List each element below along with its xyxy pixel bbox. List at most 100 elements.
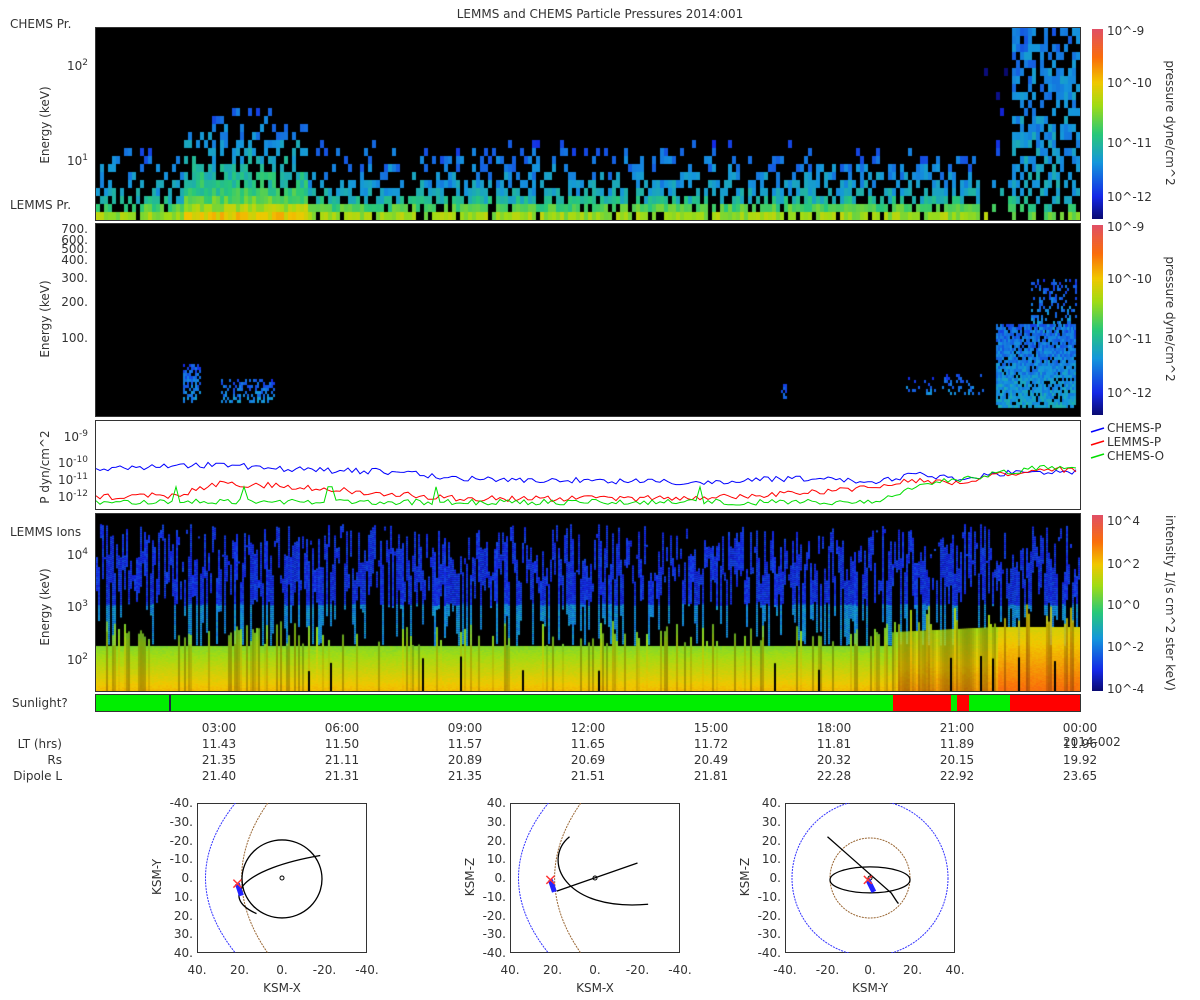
orbit-x-tick: 40. bbox=[187, 963, 207, 977]
orbit-y-tick: 0. bbox=[181, 871, 193, 885]
panel-frame bbox=[95, 513, 1081, 692]
colorbar-tick: 10^0 bbox=[1107, 598, 1140, 612]
orbit-y-tick: -30. bbox=[482, 927, 506, 942]
orbit-y-tick: 10. bbox=[173, 889, 193, 904]
colorbar bbox=[1092, 225, 1103, 415]
sunlight-marker bbox=[169, 695, 171, 711]
x-tick: 18:00 bbox=[816, 721, 852, 735]
colorbar-tick: 10^4 bbox=[1107, 514, 1140, 528]
y-tick: 10-11 bbox=[58, 472, 88, 487]
x-row-value: 20.49 bbox=[693, 753, 729, 767]
panel-label-lemms-ions: LEMMS Ions bbox=[10, 525, 82, 539]
orbit-x-label: KSM-X bbox=[576, 981, 614, 995]
x-row-value: 11.72 bbox=[693, 737, 729, 751]
x-row-value: 21.81 bbox=[693, 769, 729, 783]
x-row-value: 21.35 bbox=[201, 753, 237, 767]
sunlight-segment-sunlit bbox=[96, 695, 894, 711]
x-tick: 03:00 bbox=[201, 721, 237, 735]
orbit-x-tick: 40. bbox=[945, 963, 965, 977]
orbit-y-tick: 20. bbox=[761, 833, 781, 848]
orbit-y-tick: 40. bbox=[173, 946, 193, 960]
orbit-y-tick: 20. bbox=[173, 908, 193, 923]
sunlight-segment-sunlit bbox=[969, 695, 1011, 711]
orbit-y-tick: 30. bbox=[761, 814, 781, 829]
x-tick: 06:00 bbox=[324, 721, 360, 735]
y-tick: 103 bbox=[66, 599, 88, 614]
y-tick: 102 bbox=[66, 652, 88, 667]
orbit-x-label: KSM-Y bbox=[851, 981, 889, 995]
colorbar-tick: 10^-10 bbox=[1107, 272, 1152, 286]
orbit-plot-ksm-y-ksm-z bbox=[785, 803, 955, 953]
x-tick: 00:00 bbox=[1062, 721, 1098, 735]
x-row-value: 11.50 bbox=[324, 737, 360, 751]
y-axis-label: Energy (keV) bbox=[38, 568, 52, 646]
x-row-value: 11.43 bbox=[201, 737, 237, 751]
panel-frame bbox=[95, 27, 1081, 221]
orbit-x-tick: -20. bbox=[625, 963, 650, 977]
y-axis-label: Energy (keV) bbox=[38, 86, 52, 164]
x-row-label: Dipole L bbox=[13, 769, 62, 783]
y-tick: 102 bbox=[66, 58, 88, 73]
sunlight-segment-eclipse bbox=[893, 695, 951, 711]
orbit-y-label: KSM-Z bbox=[463, 857, 477, 897]
x-tick: 15:00 bbox=[693, 721, 729, 735]
y-tick: 101 bbox=[66, 153, 88, 168]
x-row-value: 20.69 bbox=[570, 753, 606, 767]
x-row-value: 20.89 bbox=[447, 753, 483, 767]
orbit-y-tick: -40. bbox=[482, 946, 506, 960]
y-tick: 10-12 bbox=[58, 489, 88, 504]
y-axis-label: Energy (keV) bbox=[38, 280, 52, 358]
orbit-plot-ksm-x-ksm-y bbox=[197, 803, 367, 953]
orbit-y-tick: 10. bbox=[486, 852, 506, 867]
orbit-x-tick: 0. bbox=[864, 963, 876, 977]
colorbar-label: pressure dyne/cm^2 bbox=[1163, 256, 1177, 382]
colorbar bbox=[1092, 29, 1103, 219]
orbit-y-tick: -10. bbox=[757, 889, 781, 904]
x-tick: 12:00 bbox=[570, 721, 606, 735]
orbit-y-tick: -30. bbox=[169, 814, 193, 829]
x-row-value: 21.11 bbox=[324, 753, 360, 767]
orbit-y-tick: 30. bbox=[486, 814, 506, 829]
orbit-x-tick: 20. bbox=[902, 963, 923, 977]
orbit-y-tick: 30. bbox=[173, 927, 193, 942]
x-row-value: 11.57 bbox=[447, 737, 483, 751]
x-row-value: 19.92 bbox=[1062, 753, 1098, 767]
x-tick: 09:00 bbox=[447, 721, 483, 735]
orbit-y-label: KSM-Z bbox=[738, 857, 752, 897]
x-tick: 21:00 bbox=[939, 721, 975, 735]
orbit-y-tick: 20. bbox=[486, 833, 506, 848]
x-row-label: LT (hrs) bbox=[17, 737, 62, 751]
orbit-x-tick: 20. bbox=[229, 963, 250, 977]
colorbar-label: pressure dyne/cm^2 bbox=[1163, 60, 1177, 186]
y-tick: 200. bbox=[61, 295, 88, 309]
x-row-label: Rs bbox=[47, 753, 62, 767]
x-row-value: 21.40 bbox=[201, 769, 237, 783]
colorbar-tick: 10^-4 bbox=[1107, 682, 1145, 696]
colorbar-tick: 10^-2 bbox=[1107, 640, 1145, 654]
panel-label-lemms: LEMMS Pr. bbox=[10, 198, 72, 212]
y-tick: 104 bbox=[66, 547, 88, 562]
x-row-value: 20.15 bbox=[939, 753, 975, 767]
orbit-x-tick: -20. bbox=[815, 963, 840, 977]
orbit-y-tick: -40. bbox=[757, 946, 781, 960]
orbit-y-tick: 40. bbox=[486, 796, 506, 810]
x-row-value: 21.31 bbox=[324, 769, 360, 783]
legend-chems-o: CHEMS-O bbox=[1107, 449, 1165, 463]
colorbar-tick: 10^-9 bbox=[1107, 220, 1145, 234]
orbit-plot-ksm-x-ksm-z bbox=[510, 803, 680, 953]
orbit-x-tick: -40. bbox=[773, 963, 797, 977]
x-row-value: 20.32 bbox=[816, 753, 852, 767]
y-axis-label: P dyn/cm^2 bbox=[38, 430, 52, 504]
x-row-value: 22.28 bbox=[816, 769, 852, 783]
y-tick: 100. bbox=[61, 331, 88, 345]
legend-lemms-p: LEMMS-P bbox=[1107, 435, 1162, 449]
x-row-value: 11.89 bbox=[939, 737, 975, 751]
orbit-y-tick: 10. bbox=[761, 852, 781, 867]
x-row-value: 21.35 bbox=[447, 769, 483, 783]
x-row-value: 22.92 bbox=[939, 769, 975, 783]
colorbar bbox=[1092, 515, 1103, 691]
colorbar-tick: 10^-11 bbox=[1107, 136, 1152, 150]
orbit-y-tick: -10. bbox=[169, 852, 193, 867]
x-row-value: 23.65 bbox=[1062, 769, 1098, 783]
orbit-x-tick: -40. bbox=[668, 963, 692, 977]
